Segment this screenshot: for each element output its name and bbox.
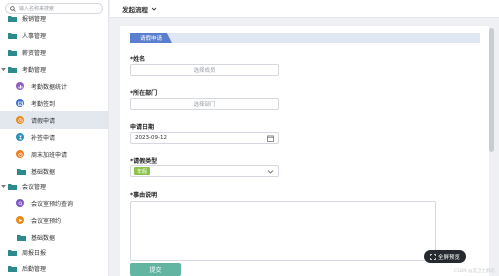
folder-icon: [8, 32, 17, 39]
sidebar-item-label: 后勤管理: [22, 266, 47, 273]
name-label: *姓名: [130, 56, 146, 63]
caret-down-icon: [1, 68, 6, 71]
folder-icon: [8, 49, 17, 56]
sidebar-item-label: 会议室预约: [31, 218, 62, 225]
department-label: *所在部门: [130, 90, 158, 97]
sidebar-item-weekend-overtime[interactable]: 周末加班申请: [0, 145, 108, 163]
folder-icon: [8, 183, 17, 190]
folder-icon: [8, 265, 17, 272]
sidebar-item-meeting[interactable]: 会议管理: [0, 177, 108, 195]
sidebar-item-expense[interactable]: 报销管理: [0, 9, 108, 27]
expand-icon: [430, 253, 436, 260]
calendar-icon[interactable]: [267, 135, 274, 142]
sidebar: 输入名称来搜索 报销管理 人事管理 薪资管理 考勤管理 考勤数据统计 考勤签到 …: [0, 0, 109, 276]
name-picker[interactable]: 选择成员: [130, 64, 279, 76]
folder-icon: [8, 66, 17, 73]
department-placeholder: 选择部门: [193, 102, 216, 108]
sidebar-item-label: 基础数据: [31, 169, 56, 176]
sidebar-item-label: 会议室预约查询: [31, 201, 74, 208]
sidebar-item-leave-request[interactable]: 请假申请: [0, 111, 108, 129]
sidebar-item-label: 考勤管理: [22, 67, 47, 74]
start-flow-dropdown[interactable]: 发起流程: [122, 2, 157, 15]
fullscreen-preview-button[interactable]: 全屏预览: [424, 250, 466, 263]
send-icon: [16, 216, 24, 224]
start-flow-label: 发起流程: [122, 5, 148, 14]
sidebar-item-salary[interactable]: 薪资管理: [0, 43, 108, 61]
sidebar-item-label: 请假申请: [31, 118, 56, 125]
leave-form-card: 请假申请 *姓名 选择成员 *所在部门 选择部门 申请日期 2023-09-12…: [120, 26, 489, 276]
reason-label: *事由说明: [130, 192, 158, 199]
sidebar-item-hr[interactable]: 人事管理: [0, 26, 108, 44]
department-picker[interactable]: 选择部门: [130, 98, 279, 110]
sidebar-item-label: 人事管理: [22, 33, 47, 40]
leave-type-tag: 年假: [134, 167, 151, 175]
hourglass-icon: [16, 133, 24, 141]
apply-date-label: 申请日期: [130, 124, 155, 131]
sidebar-item-label: 周末加班申请: [31, 152, 68, 159]
sidebar-item-label: 补签申请: [31, 135, 56, 142]
sidebar-item-label: 考勤签到: [31, 101, 56, 108]
caret-down-icon: [1, 185, 6, 188]
name-placeholder: 选择成员: [193, 68, 216, 74]
sidebar-item-logistics[interactable]: 后勤管理: [0, 259, 108, 276]
clock-icon: [16, 116, 24, 124]
alarm-icon: [16, 150, 24, 158]
apply-date-value: 2023-09-12: [135, 135, 167, 141]
sidebar-item-label: 考勤数据统计: [31, 84, 68, 91]
leave-type-select[interactable]: 年假: [130, 165, 279, 177]
sidebar-item-room-booking-query[interactable]: 会议室预约查询: [0, 194, 108, 212]
chevron-down-icon: [151, 7, 157, 11]
folder-icon: [8, 15, 17, 22]
search-list-icon: [16, 199, 24, 207]
section-title: 请假申请: [130, 33, 172, 43]
sidebar-item-attendance-stats[interactable]: 考勤数据统计: [0, 77, 108, 95]
sidebar-item-attendance-checkin[interactable]: 考勤签到: [0, 94, 108, 112]
scrollbar-thumb[interactable]: [489, 28, 494, 152]
watermark: CSDN @蓝卫士静态: [453, 269, 495, 274]
folder-icon: [17, 234, 26, 241]
sidebar-item-resign-request[interactable]: 补签申请: [0, 128, 108, 146]
leave-type-label: *请假类型: [130, 158, 158, 165]
calendar-check-icon: [16, 99, 24, 107]
folder-icon: [8, 249, 17, 256]
sidebar-item-label: 周报日报: [22, 250, 47, 257]
fullscreen-preview-label: 全屏预览: [437, 254, 460, 261]
sidebar-item-room-booking[interactable]: 会议室预约: [0, 211, 108, 229]
apply-date-input[interactable]: 2023-09-12: [130, 132, 279, 144]
sidebar-item-label: 会议管理: [22, 184, 47, 191]
sidebar-item-label: 报销管理: [22, 16, 47, 23]
section-header: 请假申请: [130, 33, 480, 43]
folder-icon: [17, 168, 26, 175]
reason-textarea[interactable]: [130, 201, 436, 261]
sidebar-item-label: 基础数据: [31, 235, 56, 242]
sidebar-item-label: 薪资管理: [22, 50, 47, 57]
chevron-down-icon: [267, 170, 274, 174]
submit-button[interactable]: 提交: [130, 263, 181, 276]
topbar: 发起流程: [110, 0, 499, 18]
chart-icon: [16, 82, 24, 90]
sidebar-item-attendance[interactable]: 考勤管理: [0, 60, 108, 78]
